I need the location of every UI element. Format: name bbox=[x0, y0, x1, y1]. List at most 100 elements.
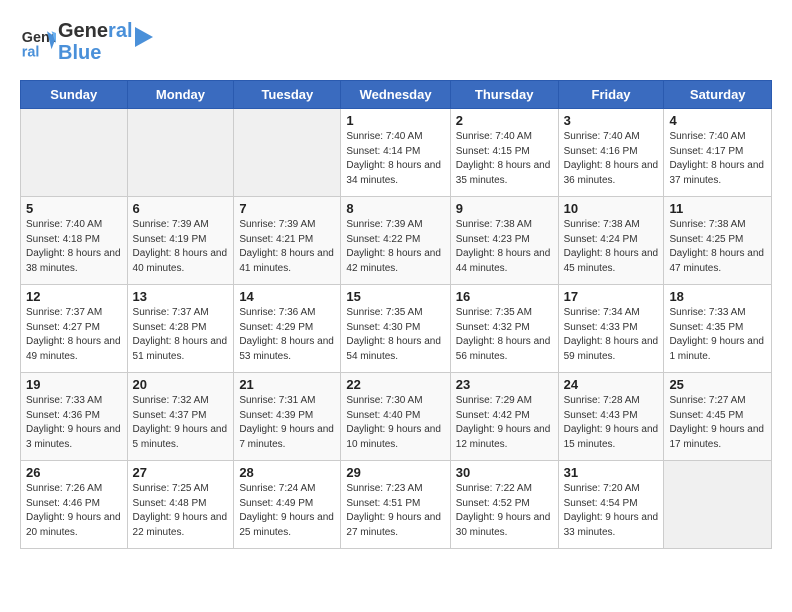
day-cell: 9 Sunrise: 7:38 AM Sunset: 4:23 PM Daylig… bbox=[450, 197, 558, 285]
day-cell: 29 Sunrise: 7:23 AM Sunset: 4:51 PM Dayli… bbox=[341, 461, 450, 549]
day-number: 19 bbox=[26, 377, 122, 392]
day-number: 13 bbox=[133, 289, 229, 304]
day-info: Sunrise: 7:33 AM Sunset: 4:36 PM Dayligh… bbox=[26, 394, 122, 452]
day-cell bbox=[234, 109, 341, 197]
day-number: 27 bbox=[133, 465, 229, 480]
day-cell: 24 Sunrise: 7:28 AM Sunset: 4:43 PM Dayli… bbox=[558, 373, 664, 461]
day-number: 24 bbox=[564, 377, 659, 392]
logo-icon: Gene ral bbox=[20, 24, 56, 60]
day-cell: 14Sunrise: 7:36 AM Sunset: 4:29 PM Dayli… bbox=[234, 285, 341, 373]
day-number: 12 bbox=[26, 289, 122, 304]
day-info: Sunrise: 7:20 AM Sunset: 4:54 PM Dayligh… bbox=[564, 482, 659, 540]
day-cell: 12 Sunrise: 7:37 AM Sunset: 4:27 PM Dayli… bbox=[21, 285, 128, 373]
day-cell: 22 Sunrise: 7:30 AM Sunset: 4:40 PM Dayli… bbox=[341, 373, 450, 461]
day-number: 9 bbox=[456, 201, 553, 216]
day-cell: 6Sunrise: 7:39 AM Sunset: 4:19 PM Daylig… bbox=[127, 197, 234, 285]
day-info: Sunrise: 7:27 AM Sunset: 4:45 PM Dayligh… bbox=[669, 394, 766, 452]
logo-arrow-icon bbox=[125, 22, 155, 52]
day-cell: 25 Sunrise: 7:27 AM Sunset: 4:45 PM Dayli… bbox=[664, 373, 772, 461]
day-number: 22 bbox=[346, 377, 444, 392]
day-cell bbox=[21, 109, 128, 197]
day-info: Sunrise: 7:37 AM Sunset: 4:28 PM Dayligh… bbox=[133, 306, 229, 364]
week-row-1: 1 Sunrise: 7:40 AM Sunset: 4:14 PM Daylig… bbox=[21, 109, 772, 197]
day-info: Sunrise: 7:31 AM Sunset: 4:39 PM Dayligh… bbox=[239, 394, 335, 452]
day-info: Sunrise: 7:24 AM Sunset: 4:49 PM Dayligh… bbox=[239, 482, 335, 540]
day-info: Sunrise: 7:33 AM Sunset: 4:35 PM Dayligh… bbox=[669, 306, 766, 364]
day-cell: 28 Sunrise: 7:24 AM Sunset: 4:49 PM Dayli… bbox=[234, 461, 341, 549]
day-info: Sunrise: 7:38 AM Sunset: 4:23 PM Dayligh… bbox=[456, 218, 553, 276]
day-cell: 1 Sunrise: 7:40 AM Sunset: 4:14 PM Daylig… bbox=[341, 109, 450, 197]
day-number: 25 bbox=[669, 377, 766, 392]
day-info: Sunrise: 7:38 AM Sunset: 4:24 PM Dayligh… bbox=[564, 218, 659, 276]
day-number: 3 bbox=[564, 113, 659, 128]
day-info: Sunrise: 7:34 AM Sunset: 4:33 PM Dayligh… bbox=[564, 306, 659, 364]
day-cell: 8Sunrise: 7:39 AM Sunset: 4:22 PM Daylig… bbox=[341, 197, 450, 285]
day-info: Sunrise: 7:39 AM Sunset: 4:22 PM Dayligh… bbox=[346, 218, 444, 276]
day-cell: 3 Sunrise: 7:40 AM Sunset: 4:16 PM Daylig… bbox=[558, 109, 664, 197]
day-info: Sunrise: 7:40 AM Sunset: 4:14 PM Dayligh… bbox=[346, 130, 444, 188]
weekday-header-thursday: Thursday bbox=[450, 81, 558, 109]
day-number: 6 bbox=[133, 201, 229, 216]
day-number: 14 bbox=[239, 289, 335, 304]
day-number: 4 bbox=[669, 113, 766, 128]
weekday-header-monday: Monday bbox=[127, 81, 234, 109]
day-cell: 21 Sunrise: 7:31 AM Sunset: 4:39 PM Dayli… bbox=[234, 373, 341, 461]
day-number: 16 bbox=[456, 289, 553, 304]
weekday-header-friday: Friday bbox=[558, 81, 664, 109]
day-number: 26 bbox=[26, 465, 122, 480]
weekday-header-tuesday: Tuesday bbox=[234, 81, 341, 109]
calendar-table: SundayMondayTuesdayWednesdayThursdayFrid… bbox=[20, 80, 772, 549]
day-info: Sunrise: 7:40 AM Sunset: 4:15 PM Dayligh… bbox=[456, 130, 553, 188]
weekday-header-saturday: Saturday bbox=[664, 81, 772, 109]
calendar-body: 1 Sunrise: 7:40 AM Sunset: 4:14 PM Daylig… bbox=[21, 109, 772, 549]
week-row-5: 26Sunrise: 7:26 AM Sunset: 4:46 PM Dayli… bbox=[21, 461, 772, 549]
day-info: Sunrise: 7:32 AM Sunset: 4:37 PM Dayligh… bbox=[133, 394, 229, 452]
day-cell: 19 Sunrise: 7:33 AM Sunset: 4:36 PM Dayli… bbox=[21, 373, 128, 461]
day-cell: 27 Sunrise: 7:25 AM Sunset: 4:48 PM Dayli… bbox=[127, 461, 234, 549]
week-row-2: 5Sunrise: 7:40 AM Sunset: 4:18 PM Daylig… bbox=[21, 197, 772, 285]
day-cell: 10 Sunrise: 7:38 AM Sunset: 4:24 PM Dayli… bbox=[558, 197, 664, 285]
day-info: Sunrise: 7:38 AM Sunset: 4:25 PM Dayligh… bbox=[669, 218, 766, 276]
logo-text-line1: General bbox=[58, 20, 133, 42]
day-cell: 23Sunrise: 7:29 AM Sunset: 4:42 PM Dayli… bbox=[450, 373, 558, 461]
day-number: 29 bbox=[346, 465, 444, 480]
week-row-4: 19 Sunrise: 7:33 AM Sunset: 4:36 PM Dayli… bbox=[21, 373, 772, 461]
day-info: Sunrise: 7:25 AM Sunset: 4:48 PM Dayligh… bbox=[133, 482, 229, 540]
day-info: Sunrise: 7:40 AM Sunset: 4:18 PM Dayligh… bbox=[26, 218, 122, 276]
day-cell bbox=[664, 461, 772, 549]
day-cell: 4Sunrise: 7:40 AM Sunset: 4:17 PM Daylig… bbox=[664, 109, 772, 197]
day-number: 21 bbox=[239, 377, 335, 392]
svg-text:ral: ral bbox=[22, 44, 40, 60]
day-number: 1 bbox=[346, 113, 444, 128]
day-number: 28 bbox=[239, 465, 335, 480]
day-cell: 26Sunrise: 7:26 AM Sunset: 4:46 PM Dayli… bbox=[21, 461, 128, 549]
day-cell bbox=[127, 109, 234, 197]
day-number: 18 bbox=[669, 289, 766, 304]
day-cell: 5Sunrise: 7:40 AM Sunset: 4:18 PM Daylig… bbox=[21, 197, 128, 285]
weekday-header-row: SundayMondayTuesdayWednesdayThursdayFrid… bbox=[21, 81, 772, 109]
day-number: 15 bbox=[346, 289, 444, 304]
day-cell: 11 Sunrise: 7:38 AM Sunset: 4:25 PM Dayli… bbox=[664, 197, 772, 285]
day-info: Sunrise: 7:40 AM Sunset: 4:16 PM Dayligh… bbox=[564, 130, 659, 188]
day-number: 30 bbox=[456, 465, 553, 480]
day-number: 20 bbox=[133, 377, 229, 392]
day-cell: 20 Sunrise: 7:32 AM Sunset: 4:37 PM Dayli… bbox=[127, 373, 234, 461]
day-info: Sunrise: 7:23 AM Sunset: 4:51 PM Dayligh… bbox=[346, 482, 444, 540]
day-cell: 31Sunrise: 7:20 AM Sunset: 4:54 PM Dayli… bbox=[558, 461, 664, 549]
day-info: Sunrise: 7:30 AM Sunset: 4:40 PM Dayligh… bbox=[346, 394, 444, 452]
day-info: Sunrise: 7:37 AM Sunset: 4:27 PM Dayligh… bbox=[26, 306, 122, 364]
day-number: 11 bbox=[669, 201, 766, 216]
day-cell: 18 Sunrise: 7:33 AM Sunset: 4:35 PM Dayli… bbox=[664, 285, 772, 373]
day-info: Sunrise: 7:35 AM Sunset: 4:32 PM Dayligh… bbox=[456, 306, 553, 364]
day-cell: 2 Sunrise: 7:40 AM Sunset: 4:15 PM Daylig… bbox=[450, 109, 558, 197]
day-number: 10 bbox=[564, 201, 659, 216]
day-info: Sunrise: 7:39 AM Sunset: 4:21 PM Dayligh… bbox=[239, 218, 335, 276]
day-info: Sunrise: 7:22 AM Sunset: 4:52 PM Dayligh… bbox=[456, 482, 553, 540]
day-cell: 17Sunrise: 7:34 AM Sunset: 4:33 PM Dayli… bbox=[558, 285, 664, 373]
day-cell: 16 Sunrise: 7:35 AM Sunset: 4:32 PM Dayli… bbox=[450, 285, 558, 373]
page-header: Gene ral General Blue bbox=[20, 20, 772, 64]
day-number: 2 bbox=[456, 113, 553, 128]
day-cell: 30 Sunrise: 7:22 AM Sunset: 4:52 PM Dayli… bbox=[450, 461, 558, 549]
day-number: 23 bbox=[456, 377, 553, 392]
day-info: Sunrise: 7:28 AM Sunset: 4:43 PM Dayligh… bbox=[564, 394, 659, 452]
